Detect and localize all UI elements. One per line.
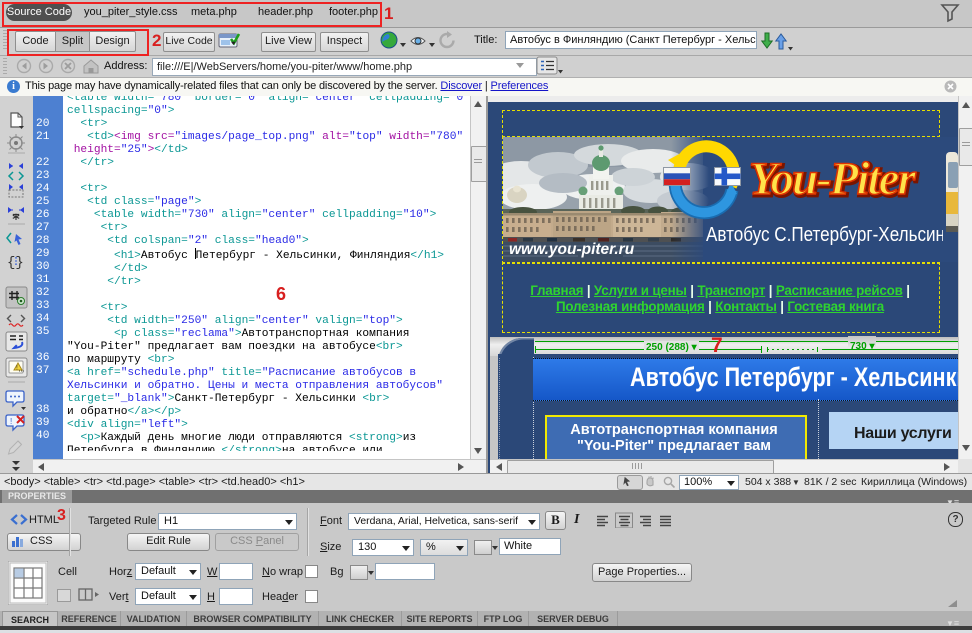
svg-text:!: ! [10, 417, 12, 426]
svg-text:Автобус С.Петербург-Хельсинки: Автобус С.Петербург-Хельсинки [706, 224, 958, 246]
svg-text:You-Piter: You-Piter [749, 153, 916, 205]
svg-text:www.you-piter.ru: www.you-piter.ru [509, 241, 635, 258]
